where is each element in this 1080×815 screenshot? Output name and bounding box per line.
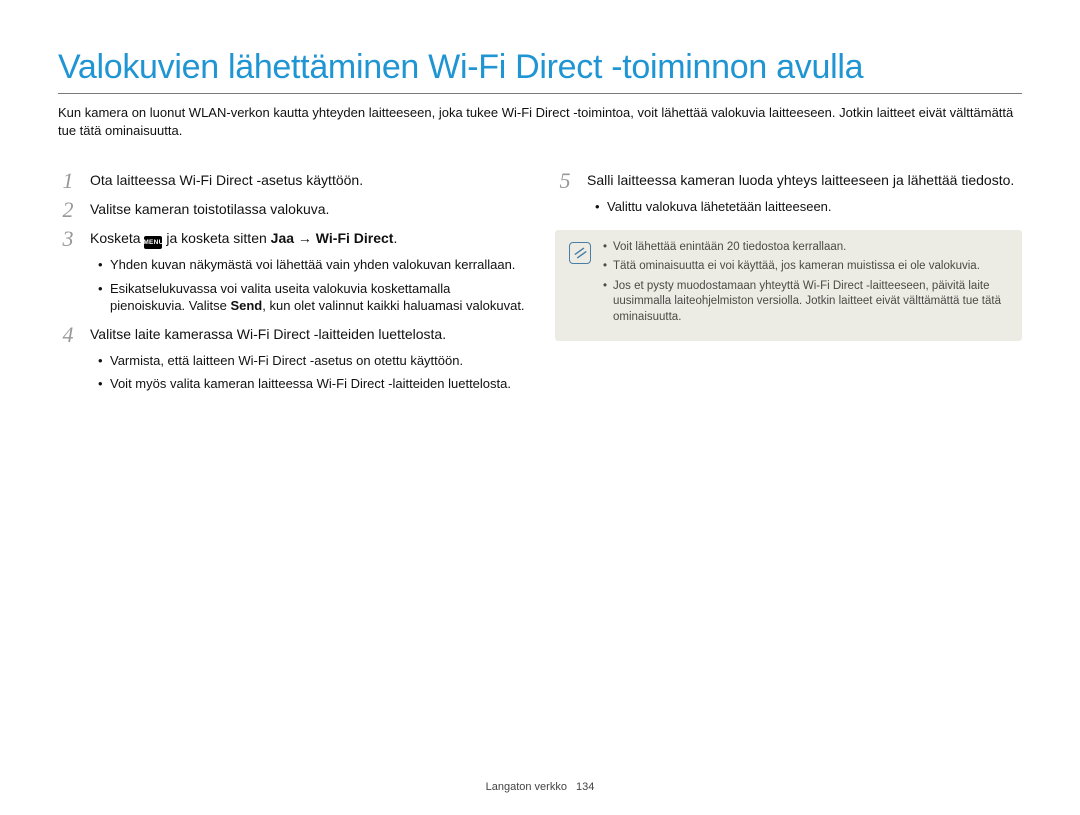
step-5: 5 Salli laitteessa kameran luoda yhteys … (555, 169, 1022, 192)
step-3: 3 Kosketa MENU ja kosketa sitten Jaa → W… (58, 227, 525, 250)
footer-page-number: 134 (576, 781, 594, 793)
step-2: 2 Valitse kameran toistotilassa valokuva… (58, 198, 525, 221)
list-item: Esikatselukuvassa voi valita useita valo… (98, 280, 525, 315)
step-number: 4 (58, 323, 78, 346)
step-number: 5 (555, 169, 575, 192)
text-fragment: → (294, 230, 316, 246)
step-1: 1 Ota laitteessa Wi-Fi Direct -asetus kä… (58, 169, 525, 192)
step-text: Kosketa MENU ja kosketa sitten Jaa → Wi-… (90, 227, 525, 249)
footer-section: Langaton verkko (486, 781, 567, 793)
list-item: Jos et pysty muodostamaan yhteyttä Wi-Fi… (603, 279, 1008, 326)
bold-text: Wi-Fi Direct (316, 230, 394, 246)
text-fragment: ja kosketa sitten (162, 230, 270, 246)
intro-paragraph: Kun kamera on luonut WLAN-verkon kautta … (58, 104, 1022, 139)
list-item: Tätä ominaisuutta ei voi käyttää, jos ka… (603, 259, 1008, 275)
list-item: Voit myös valita kameran laitteessa Wi-F… (98, 375, 525, 393)
text-fragment: Kosketa (90, 230, 144, 246)
bold-text: Send (230, 298, 262, 313)
step-5-bullets: Valittu valokuva lähetetään laitteeseen. (555, 198, 1022, 216)
note-box: Voit lähettää enintään 20 tiedostoa kerr… (555, 230, 1022, 342)
title-rule (58, 93, 1022, 94)
step-text: Ota laitteessa Wi-Fi Direct -asetus käyt… (90, 169, 525, 190)
step-number: 1 (58, 169, 78, 192)
list-item: Voit lähettää enintään 20 tiedostoa kerr… (603, 240, 1008, 256)
right-column: 5 Salli laitteessa kameran luoda yhteys … (555, 163, 1022, 401)
menu-icon: MENU (144, 236, 162, 249)
step-text: Valitse laite kamerassa Wi-Fi Direct -la… (90, 323, 525, 344)
document-page: Valokuvien lähettäminen Wi-Fi Direct -to… (0, 0, 1080, 815)
note-list: Voit lähettää enintään 20 tiedostoa kerr… (603, 240, 1008, 330)
step-text: Salli laitteessa kameran luoda yhteys la… (587, 169, 1022, 190)
left-column: 1 Ota laitteessa Wi-Fi Direct -asetus kä… (58, 163, 525, 401)
bold-text: Jaa (271, 230, 294, 246)
step-text: Valitse kameran toistotilassa valokuva. (90, 198, 525, 219)
list-item: Valittu valokuva lähetetään laitteeseen. (595, 198, 1022, 216)
list-item: Yhden kuvan näkymästä voi lähettää vain … (98, 256, 525, 274)
step-number: 2 (58, 198, 78, 221)
note-icon (569, 242, 591, 264)
list-item: Varmista, että laitteen Wi-Fi Direct -as… (98, 352, 525, 370)
step-3-bullets: Yhden kuvan näkymästä voi lähettää vain … (58, 256, 525, 315)
columns: 1 Ota laitteessa Wi-Fi Direct -asetus kä… (58, 163, 1022, 401)
page-title: Valokuvien lähettäminen Wi-Fi Direct -to… (58, 48, 1022, 87)
step-number: 3 (58, 227, 78, 250)
step-4-bullets: Varmista, että laitteen Wi-Fi Direct -as… (58, 352, 525, 393)
page-footer: Langaton verkko 134 (0, 781, 1080, 793)
text-fragment: . (393, 230, 397, 246)
step-4: 4 Valitse laite kamerassa Wi-Fi Direct -… (58, 323, 525, 346)
